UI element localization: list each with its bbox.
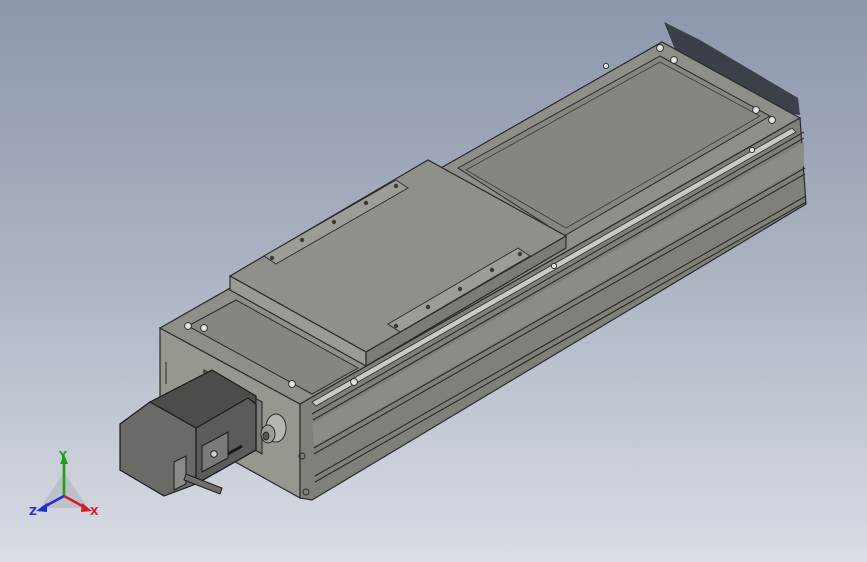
linear-actuator-model[interactable] xyxy=(0,0,867,562)
view-orientation-triad[interactable]: Y Z X xyxy=(22,446,106,526)
y-axis-label: Y xyxy=(59,449,67,462)
x-axis-label: X xyxy=(90,505,99,518)
z-axis-label: Z xyxy=(29,505,37,518)
connector-pin xyxy=(210,450,218,458)
z-axis-arrow-icon xyxy=(36,503,47,512)
motor-terminal xyxy=(173,455,187,491)
3d-viewport[interactable]: Y Z X xyxy=(0,0,867,562)
